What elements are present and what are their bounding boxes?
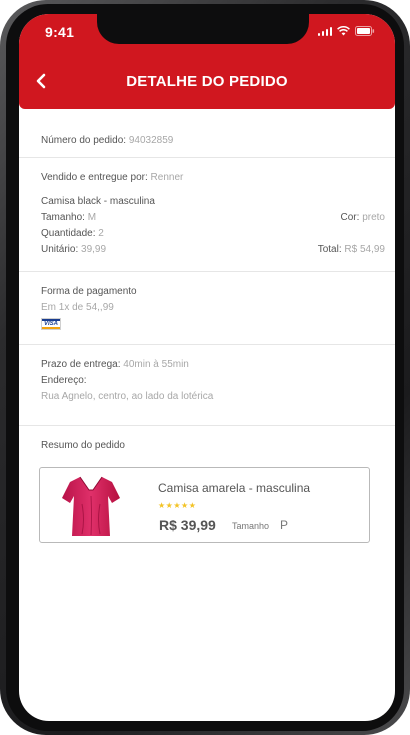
product-price: R$ 39,99: [159, 517, 216, 533]
seller-label: Vendido e entregue por:: [41, 172, 148, 183]
rating-stars: ★★★★★: [158, 501, 197, 510]
quantity-row: Quantidade: 2: [41, 228, 385, 240]
page-title: DETALHE DO PEDIDO: [126, 73, 288, 90]
color-group: Cor: preto: [341, 212, 385, 224]
status-icons: [317, 26, 376, 36]
quantity-label: Quantidade:: [41, 228, 96, 239]
size-color-row: Tamanho: M Cor: preto: [41, 212, 385, 224]
color-value: preto: [362, 212, 385, 223]
order-number-value: 94032859: [128, 135, 174, 146]
item-name: Camisa black - masculina: [41, 196, 155, 207]
payment-label: Forma de pagamento: [41, 286, 137, 297]
product-size-label: Tamanho: [232, 521, 270, 531]
color-label: Cor:: [340, 212, 360, 223]
status-time: 9:41: [45, 24, 75, 40]
seller-row: Vendido e entregue por: Renner: [41, 172, 385, 184]
unit-price-label: Unitário:: [41, 244, 79, 255]
address-value: Rua Agnelo, centro, ao lado da lotérica: [41, 391, 214, 402]
payment-installments: Em 1x de 54,,99: [41, 302, 114, 313]
total-group: Total: R$ 54,99: [318, 244, 385, 256]
unit-price-value: 39,99: [81, 244, 107, 255]
order-number-row: Número do pedido: 94032859: [41, 135, 385, 147]
visa-card-icon: VISA: [41, 318, 61, 330]
app-screen: 9:41 DETALHE DO PEDIDO Número do pedido:…: [19, 14, 395, 721]
device-notch: [97, 14, 309, 44]
quantity-value: 2: [98, 228, 104, 239]
product-card[interactable]: Camisa amarela - masculina ★★★★★ R$ 39,9…: [39, 467, 370, 543]
order-number-section: [19, 109, 395, 158]
total-value: R$ 54,99: [344, 244, 385, 255]
app-header: 9:41 DETALHE DO PEDIDO: [19, 14, 395, 109]
product-name: Camisa amarela - masculina: [158, 481, 311, 495]
deadline-value: 40min à 55min: [123, 359, 189, 370]
address-label: Endereço:: [41, 375, 87, 386]
seller-name: Renner: [150, 172, 184, 183]
size-label: Tamanho:: [41, 212, 85, 223]
phone-frame: 9:41 DETALHE DO PEDIDO Número do pedido:…: [0, 0, 410, 735]
signal-icon: [317, 26, 332, 36]
delivery-deadline-row: Prazo de entrega: 40min à 55min: [41, 359, 385, 371]
deadline-label: Prazo de entrega:: [41, 359, 121, 370]
price-row: Unitário: 39,99 Total: R$ 54,99: [41, 244, 385, 256]
order-number-label: Número do pedido:: [41, 135, 127, 146]
product-size-value: P: [280, 518, 289, 532]
summary-label: Resumo do pedido: [41, 440, 125, 451]
total-label: Total:: [317, 244, 342, 255]
size-value: M: [87, 212, 97, 223]
pink-shirt-image: [62, 476, 120, 536]
wifi-icon: [337, 26, 350, 36]
battery-icon: [355, 26, 375, 36]
